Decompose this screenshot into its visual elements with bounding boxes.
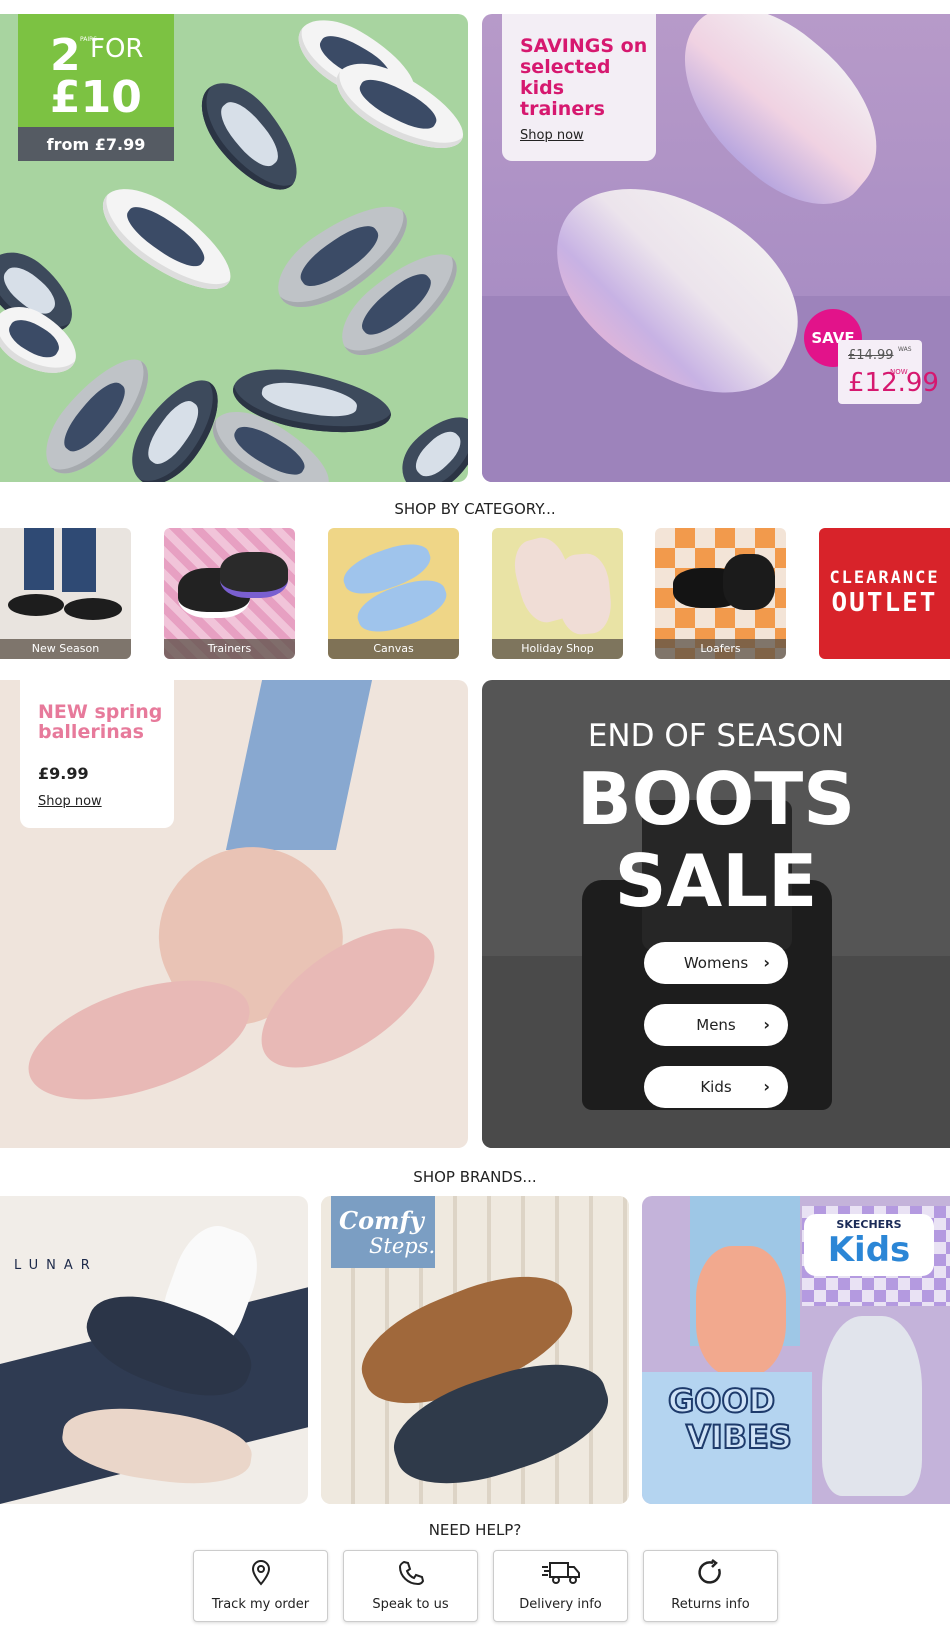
sandal-image (554, 551, 614, 637)
truck-icon (494, 1559, 627, 1593)
category-clearance-outlet[interactable]: CLEARANCE OUTLET (819, 528, 950, 659)
trainer-image-top (645, 14, 913, 232)
trainer-image (220, 552, 288, 598)
need-help-heading: NEED HELP? (428, 1521, 522, 1539)
category-label: Holiday Shop (492, 639, 623, 659)
category-label: Trainers (164, 639, 295, 659)
chevron-right-icon: › (763, 953, 770, 972)
skechers-kids-logo: SKECHERS Kids (804, 1214, 934, 1276)
spring-ballerinas-banner[interactable]: NEW spring ballerinas £9.99 Shop now (0, 680, 468, 1148)
shoe-image (8, 594, 64, 616)
lunar-logo: LUNAR (14, 1258, 98, 1273)
promo-from-price: from £7.99 (18, 127, 174, 161)
boots-mens-button[interactable]: Mens › (644, 1004, 788, 1046)
kids-trainers-banner[interactable]: SAVINGS on selected kids trainers Shop n… (482, 14, 950, 482)
brand-lunar[interactable]: LUNAR (0, 1196, 308, 1504)
promo-price: £10 (50, 72, 142, 123)
category-new-season[interactable]: New Season (0, 528, 131, 659)
ballerinas-price: £9.99 (38, 764, 89, 783)
returns-info-button[interactable]: Returns info (643, 1550, 778, 1622)
shop-now-link[interactable]: Shop now (38, 794, 102, 809)
return-icon (644, 1559, 777, 1593)
good-text: GOOD (667, 1381, 776, 1421)
loafer-image (723, 554, 775, 610)
kids-logo-text: Kids (827, 1230, 911, 1270)
comfy-logo: Comfy Steps. (331, 1196, 435, 1268)
sale-heading: SALE (614, 839, 818, 923)
button-label: Womens (683, 954, 749, 972)
category-label: Loafers (655, 639, 786, 659)
clearance-line1: CLEARANCE (829, 568, 940, 588)
savings-card: SAVINGS on selected kids trainers Shop n… (502, 14, 656, 161)
comfy-logo-line1: Comfy (339, 1206, 424, 1235)
jeans-image (24, 528, 54, 590)
boots-womens-button[interactable]: Womens › (644, 942, 788, 984)
category-canvas[interactable]: Canvas (328, 528, 459, 659)
end-of-season-eyebrow: END OF SEASON (587, 718, 845, 754)
chevron-right-icon: › (763, 1015, 770, 1034)
category-holiday-shop[interactable]: Holiday Shop (492, 528, 623, 659)
boots-kids-button[interactable]: Kids › (644, 1066, 788, 1108)
ballerinas-title: NEW spring ballerinas (38, 701, 163, 743)
comfy-logo-line2: Steps. (369, 1234, 436, 1258)
jeans-leg-image (225, 680, 373, 850)
button-label: Kids (700, 1078, 732, 1096)
category-trainers[interactable]: Trainers (164, 528, 295, 659)
savings-title: SAVINGS on selected kids trainers (520, 35, 648, 120)
girl-image (696, 1246, 786, 1376)
vibes-text: VIBES (685, 1417, 793, 1457)
now-price: £12.99 (848, 368, 939, 398)
promo-for: FOR (90, 34, 144, 64)
shop-brands-heading: SHOP BRANDS... (413, 1168, 537, 1186)
price-box: £14.99 WAS NOW £12.99 (838, 340, 939, 404)
help-label: Delivery info (519, 1597, 602, 1612)
shop-now-link[interactable]: Shop now (520, 128, 584, 143)
category-label: Canvas (328, 639, 459, 659)
chevron-right-icon: › (763, 1077, 770, 1096)
help-label: Returns info (671, 1597, 750, 1612)
boots-sale-banner: END OF SEASON BOOTS SALE Womens › Mens ›… (482, 680, 950, 1148)
location-pin-icon (194, 1559, 327, 1593)
jeans-image (62, 528, 96, 592)
promo-2-for-10-banner[interactable]: 2 PAIRS FOR £10 from £7.99 (0, 14, 468, 482)
help-label: Speak to us (372, 1597, 449, 1612)
clearance-line2: OUTLET (831, 588, 938, 618)
phone-icon (344, 1559, 477, 1593)
boy-image (822, 1316, 922, 1496)
was-label: WAS (898, 346, 912, 353)
speak-to-us-button[interactable]: Speak to us (343, 1550, 478, 1622)
was-price: £14.99 (848, 348, 894, 363)
boots-heading: BOOTS (576, 757, 856, 841)
track-order-button[interactable]: Track my order (193, 1550, 328, 1622)
help-label: Track my order (211, 1597, 310, 1612)
shoe-image (64, 598, 122, 620)
category-loafers[interactable]: Loafers (655, 528, 786, 659)
delivery-info-button[interactable]: Delivery info (493, 1550, 628, 1622)
category-label: New Season (0, 639, 131, 659)
brand-skechers-kids[interactable]: SKECHERS Kids GOOD VIBES (642, 1196, 950, 1504)
brand-comfy-steps[interactable]: Comfy Steps. (321, 1196, 629, 1504)
ballerinas-card: NEW spring ballerinas £9.99 Shop now (20, 680, 174, 828)
shop-by-category-heading: SHOP BY CATEGORY... (394, 500, 556, 518)
button-label: Mens (696, 1016, 736, 1034)
